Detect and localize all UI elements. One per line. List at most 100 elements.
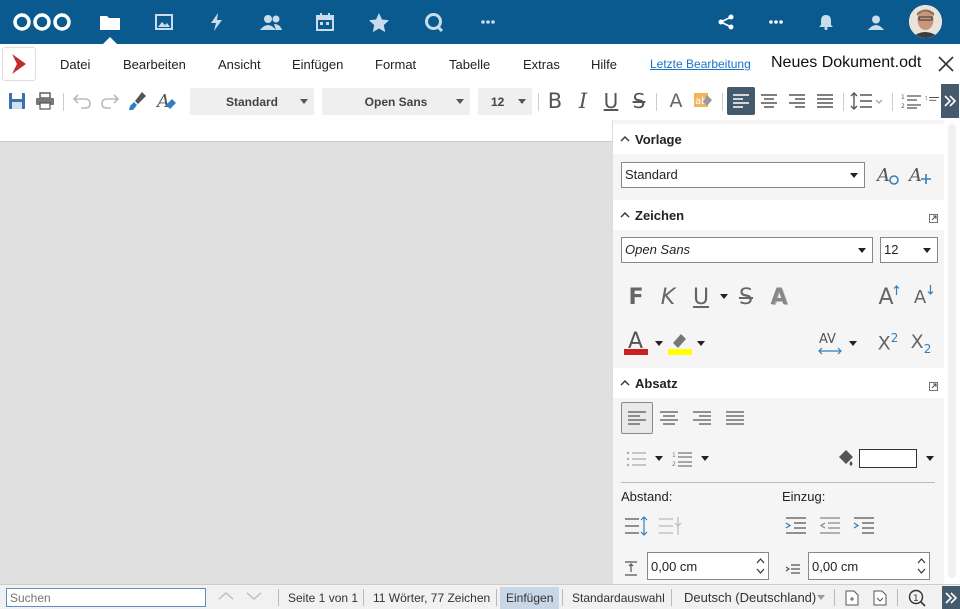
more-options-icon[interactable] xyxy=(751,0,801,44)
paragraph-background-icon[interactable] xyxy=(831,443,861,473)
font-size-select[interactable]: 12 xyxy=(478,88,532,115)
language-dropdown-icon[interactable] xyxy=(817,595,825,604)
decrease-spacing-icon[interactable] xyxy=(655,511,685,541)
bold-button[interactable]: F xyxy=(621,282,651,312)
menu-einfuegen[interactable]: Einfügen xyxy=(292,57,343,72)
files-app-icon[interactable] xyxy=(83,0,137,44)
contacts-menu-icon[interactable] xyxy=(851,0,901,44)
para-align-left-button[interactable] xyxy=(621,402,653,434)
document-signature-icon[interactable] xyxy=(845,590,859,606)
clear-formatting-icon[interactable]: A xyxy=(153,87,181,115)
collabora-logo-icon[interactable] xyxy=(2,47,36,81)
font-color-icon[interactable]: A xyxy=(662,87,690,115)
para-justify-button[interactable] xyxy=(720,403,750,433)
search-prev-icon[interactable] xyxy=(218,591,234,601)
menu-extras[interactable]: Extras xyxy=(523,57,560,72)
document-changes-icon[interactable] xyxy=(873,590,887,606)
notifications-icon[interactable] xyxy=(801,0,851,44)
update-style-icon[interactable]: A xyxy=(873,160,903,190)
align-right-icon[interactable] xyxy=(783,87,811,115)
close-icon[interactable] xyxy=(936,54,956,74)
paragraph-background-dropdown-icon[interactable] xyxy=(926,456,934,465)
hanging-indent-icon[interactable] xyxy=(849,511,879,541)
bullet-list-icon[interactable]: 1 xyxy=(925,87,939,115)
calendar-app-icon[interactable] xyxy=(298,0,352,44)
bullets-button[interactable] xyxy=(621,444,651,474)
before-indent-input[interactable]: 0,00 cm xyxy=(808,552,930,580)
insert-mode-badge[interactable]: Einfügen xyxy=(500,587,560,609)
above-spacing-input[interactable]: 0,00 cm xyxy=(647,552,769,580)
absatz-section-header[interactable]: Absatz xyxy=(613,368,944,398)
underline-button[interactable]: U xyxy=(686,282,716,312)
toolbar-expand-button[interactable] xyxy=(941,84,959,118)
last-edit-link[interactable]: Letzte Bearbeitung xyxy=(650,57,751,71)
redo-icon[interactable] xyxy=(96,87,124,115)
absatz-more-options-icon[interactable] xyxy=(929,382,938,391)
strikethrough-icon[interactable]: S xyxy=(625,87,653,115)
menu-tabelle[interactable]: Tabelle xyxy=(449,57,490,72)
statusbar-expand-button[interactable] xyxy=(942,586,960,609)
clone-formatting-icon[interactable] xyxy=(124,87,152,115)
subscript-button[interactable]: X2 xyxy=(906,328,936,358)
share-icon[interactable] xyxy=(701,0,751,44)
menu-bearbeiten[interactable]: Bearbeiten xyxy=(123,57,186,72)
contacts-app-icon[interactable] xyxy=(244,0,298,44)
bullets-dropdown-icon[interactable] xyxy=(655,456,663,465)
user-avatar[interactable] xyxy=(909,5,942,38)
numbering-dropdown-icon[interactable] xyxy=(701,456,709,465)
increase-spacing-icon[interactable] xyxy=(621,511,651,541)
font-size-combo[interactable]: 12 xyxy=(880,237,938,263)
photos-app-icon[interactable] xyxy=(137,0,191,44)
sidebar-scrollbar[interactable] xyxy=(944,120,960,584)
document-canvas[interactable] xyxy=(0,120,612,584)
activity-app-icon[interactable] xyxy=(190,0,244,44)
font-name-combo[interactable]: Open Sans xyxy=(621,237,873,263)
menu-ansicht[interactable]: Ansicht xyxy=(218,57,261,72)
increase-font-size-button[interactable]: A xyxy=(871,282,901,312)
paragraph-style-combo[interactable]: Standard xyxy=(621,162,865,188)
numbering-button[interactable]: 12 xyxy=(667,444,697,474)
zoom-reset-icon[interactable]: 1 xyxy=(908,589,926,607)
spin-arrows-icon[interactable] xyxy=(917,555,926,577)
undo-icon[interactable] xyxy=(68,87,96,115)
menu-hilfe[interactable]: Hilfe xyxy=(591,57,617,72)
search-input[interactable] xyxy=(6,588,206,607)
superscript-button[interactable]: X2 xyxy=(873,328,903,358)
shadow-button[interactable]: A xyxy=(764,282,794,312)
selection-mode[interactable]: Standardauswahl xyxy=(572,591,665,605)
font-color-dropdown-icon[interactable] xyxy=(655,341,663,350)
bold-icon[interactable]: B xyxy=(541,87,569,115)
underline-icon[interactable]: U xyxy=(597,87,625,115)
underline-dropdown-icon[interactable] xyxy=(720,294,728,303)
spacing-dropdown-icon[interactable] xyxy=(849,341,857,350)
document-title[interactable]: Neues Dokument.odt xyxy=(771,54,921,72)
numbered-list-icon[interactable]: 12 xyxy=(897,87,925,115)
zeichen-more-options-icon[interactable] xyxy=(929,214,938,223)
language-select[interactable]: Deutsch (Deutschland) xyxy=(684,590,816,605)
menu-format[interactable]: Format xyxy=(375,57,416,72)
decrease-font-size-button[interactable]: A xyxy=(905,282,935,312)
search-next-icon[interactable] xyxy=(246,591,262,601)
highlight-icon[interactable]: ab xyxy=(690,87,718,115)
more-apps-icon[interactable] xyxy=(461,0,515,44)
menu-datei[interactable]: Datei xyxy=(60,57,90,72)
italic-button[interactable]: K xyxy=(653,282,683,312)
font-color-button[interactable]: A xyxy=(621,328,651,358)
increase-indent-icon[interactable] xyxy=(781,511,811,541)
align-left-icon[interactable] xyxy=(727,87,755,115)
print-icon[interactable] xyxy=(31,87,59,115)
spin-arrows-icon[interactable] xyxy=(756,555,765,577)
para-align-center-button[interactable] xyxy=(654,403,684,433)
vorlage-section-header[interactable]: Vorlage xyxy=(613,124,944,154)
character-spacing-button[interactable]: AV xyxy=(815,328,845,358)
align-center-icon[interactable] xyxy=(755,87,783,115)
paragraph-background-swatch[interactable] xyxy=(859,449,917,468)
new-style-icon[interactable]: A xyxy=(905,160,935,190)
zeichen-section-header[interactable]: Zeichen xyxy=(613,200,944,230)
talk-app-icon[interactable] xyxy=(407,0,461,44)
para-align-right-button[interactable] xyxy=(687,403,717,433)
justify-icon[interactable] xyxy=(811,87,839,115)
favorites-app-icon[interactable] xyxy=(352,0,406,44)
nextcloud-logo[interactable] xyxy=(12,0,72,44)
paragraph-style-select[interactable]: Standard xyxy=(190,88,314,115)
